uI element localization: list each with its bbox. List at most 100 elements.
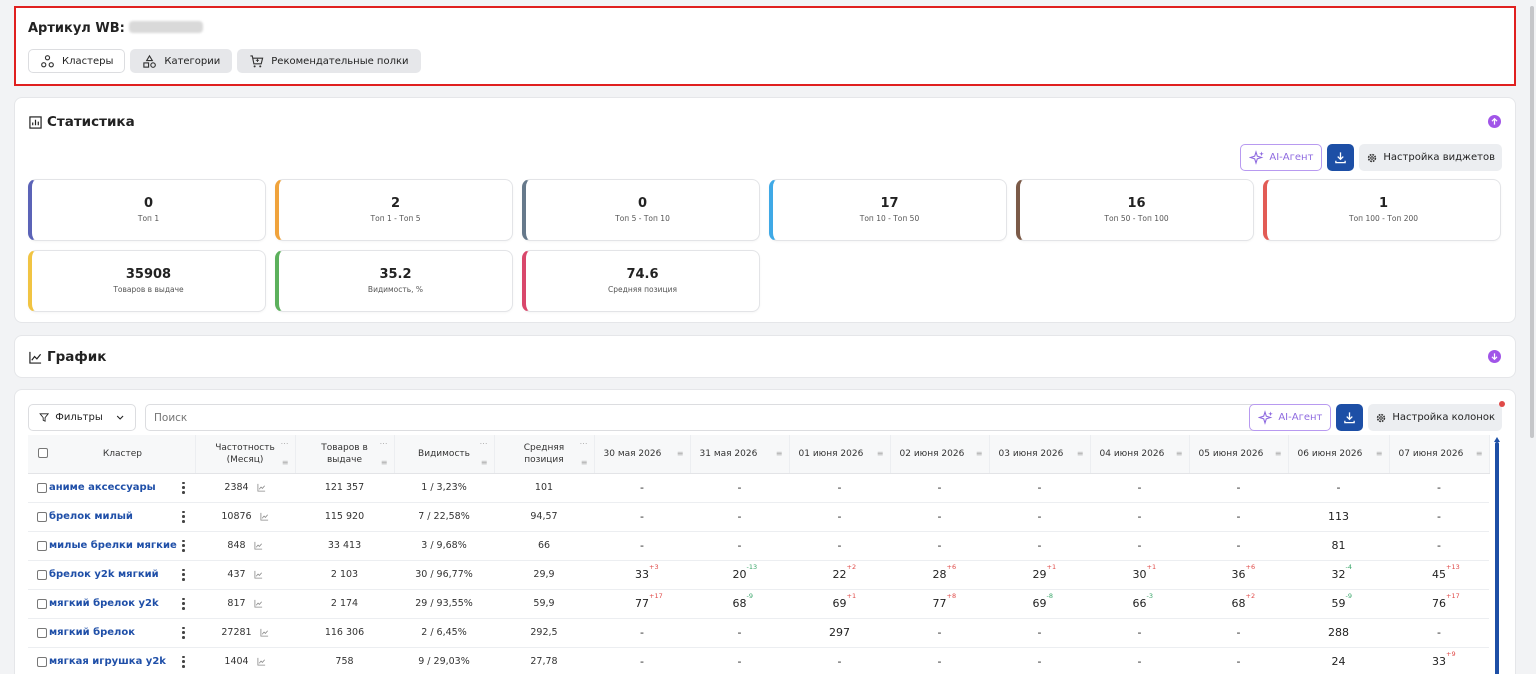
column-menu-icon[interactable]: ≡ [1077,449,1084,460]
position-number: 24 [1331,655,1346,668]
table-row[interactable]: аниме аксессуары 2384 121 357 1 / 3,23% 101 -… [28,473,1489,503]
column-goods[interactable]: Товаров в выдаче ⋯ ≡ [295,435,395,474]
position-cell: - [890,618,989,648]
trend-chart-icon[interactable] [254,570,263,579]
row-checkbox[interactable] [37,656,47,667]
widget-settings-button[interactable]: Настройка виджетов [1359,144,1502,171]
column-menu-icon[interactable]: ⋯ [281,439,289,450]
tab-clusters[interactable]: Кластеры [28,49,126,73]
table-row[interactable]: милые брелки мягкие 848 33 413 3 / 9,68% 66 -… [28,531,1489,561]
download-button[interactable] [1327,144,1355,171]
column-date-label: 06 июня 2026 [1297,448,1363,459]
row-menu-icon[interactable] [182,597,185,610]
position-cell: - [1090,618,1189,648]
column-menu-icon[interactable]: ≡ [1476,449,1483,460]
stat-card: 35908 Товаров в выдаче [28,250,266,312]
row-checkbox[interactable] [37,627,47,638]
row-menu-icon[interactable] [182,539,185,552]
column-menu-icon[interactable]: ≡ [1176,449,1183,460]
expand-graph-button[interactable] [1488,350,1501,363]
row-menu-icon[interactable] [182,510,185,523]
bar-chart-icon [29,115,42,129]
page-scrollbar[interactable] [1530,6,1534,438]
table-row[interactable]: мягкая игрушка y2k 1404 758 9 / 29,03% 27,78… [28,647,1489,674]
trend-chart-icon[interactable] [254,599,263,608]
column-avg-position-label: Средняя [523,442,565,453]
position-cell: 113 [1288,502,1389,532]
table-row[interactable]: брелок милый 10876 115 920 7 / 22,58% 94,57 -… [28,502,1489,532]
position-value: - [1038,655,1042,668]
column-date[interactable]: 06 июня 2026 ≡ [1288,435,1390,474]
table-scrollbar[interactable] [1495,442,1499,674]
position-value: 59 -9 [1332,592,1352,610]
goods-cell: 2 103 [295,560,394,590]
table-row[interactable]: мягкий брелок y2k 817 2 174 29 / 93,55% 59,9… [28,589,1489,619]
column-frequency[interactable]: Частотность (Месяц) ⋯ ≡ [195,435,296,474]
table-download-button[interactable] [1336,404,1364,431]
column-date[interactable]: 02 июня 2026 ≡ [890,435,990,474]
row-checkbox[interactable] [37,569,47,580]
column-menu-icon[interactable]: ≡ [481,458,488,469]
column-menu-icon[interactable]: ≡ [581,458,588,469]
position-delta: +1 [846,592,857,600]
row-menu-icon[interactable] [182,626,185,639]
column-menu-icon[interactable]: ⋯ [380,439,388,450]
column-date[interactable]: 30 мая 2026 ≡ [594,435,691,474]
trend-chart-icon[interactable] [260,628,269,637]
position-cell: 20 -13 [690,560,789,590]
column-menu-icon[interactable]: ≡ [1376,449,1383,460]
tab-categories[interactable]: Категории [130,49,233,73]
column-cluster[interactable]: Кластер [28,435,196,474]
row-menu-icon[interactable] [182,655,185,668]
position-cell: 66 -3 [1090,589,1189,619]
column-date[interactable]: 05 июня 2026 ≡ [1189,435,1289,474]
column-date[interactable]: 07 июня 2026 ≡ [1389,435,1490,474]
row-checkbox[interactable] [37,598,47,609]
column-date[interactable]: 31 мая 2026 ≡ [690,435,790,474]
cluster-link[interactable]: аниме аксессуары [49,482,156,493]
table-ai-agent-button[interactable]: AI-Агент [1249,404,1332,431]
column-date[interactable]: 04 июня 2026 ≡ [1090,435,1190,474]
row-checkbox[interactable] [37,511,47,522]
cluster-link[interactable]: брелок y2k мягкий [49,569,159,580]
cluster-link[interactable]: брелок милый [49,511,133,522]
column-date[interactable]: 01 июня 2026 ≡ [789,435,891,474]
column-menu-icon[interactable]: ≡ [282,458,289,469]
column-menu-icon[interactable]: ≡ [976,449,983,460]
trend-chart-icon[interactable] [257,483,266,492]
column-menu-icon[interactable]: ≡ [1275,449,1282,460]
column-menu-icon[interactable]: ≡ [877,449,884,460]
trend-chart-icon[interactable] [254,541,263,550]
select-all-checkbox[interactable] [38,448,48,459]
table-row[interactable]: брелок y2k мягкий 437 2 103 30 / 96,77% 29,9… [28,560,1489,590]
row-checkbox[interactable] [37,482,47,493]
column-visibility[interactable]: Видимость ⋯ ≡ [394,435,495,474]
collapse-statistics-button[interactable] [1488,115,1501,128]
search-input[interactable] [145,404,1258,431]
cluster-link[interactable]: мягкая игрушка y2k [49,656,166,667]
column-avg-position[interactable]: Средняя позиция ⋯ ≡ [494,435,595,474]
column-menu-icon[interactable]: ≡ [381,458,388,469]
column-menu-icon[interactable]: ≡ [677,449,684,460]
column-date[interactable]: 03 июня 2026 ≡ [989,435,1091,474]
cluster-link[interactable]: милые брелки мягкие [49,540,177,551]
position-cell: 30 +1 [1090,560,1189,590]
column-menu-icon[interactable]: ⋯ [480,439,488,450]
table-row[interactable]: мягкий брелок 27281 116 306 2 / 6,45% 292,5 -… [28,618,1489,648]
tab-recommendation-shelves[interactable]: Рекомендательные полки [237,49,421,73]
filters-button[interactable]: Фильтры [28,404,136,431]
trend-chart-icon[interactable] [260,512,269,521]
column-menu-icon[interactable]: ≡ [776,449,783,460]
column-settings-button[interactable]: Настройка колонок [1368,404,1502,431]
row-checkbox[interactable] [37,540,47,551]
cart-icon [250,54,264,67]
row-menu-icon[interactable] [182,568,185,581]
column-menu-icon[interactable]: ⋯ [580,439,588,450]
cluster-link[interactable]: мягкий брелок [49,627,135,638]
row-menu-icon[interactable] [182,481,185,494]
stat-card: 2 Топ 1 - Топ 5 [275,179,513,241]
ai-agent-button[interactable]: AI-Агент [1240,144,1323,171]
cluster-link[interactable]: мягкий брелок y2k [49,598,159,609]
position-delta: +6 [946,563,957,571]
trend-chart-icon[interactable] [257,657,266,666]
